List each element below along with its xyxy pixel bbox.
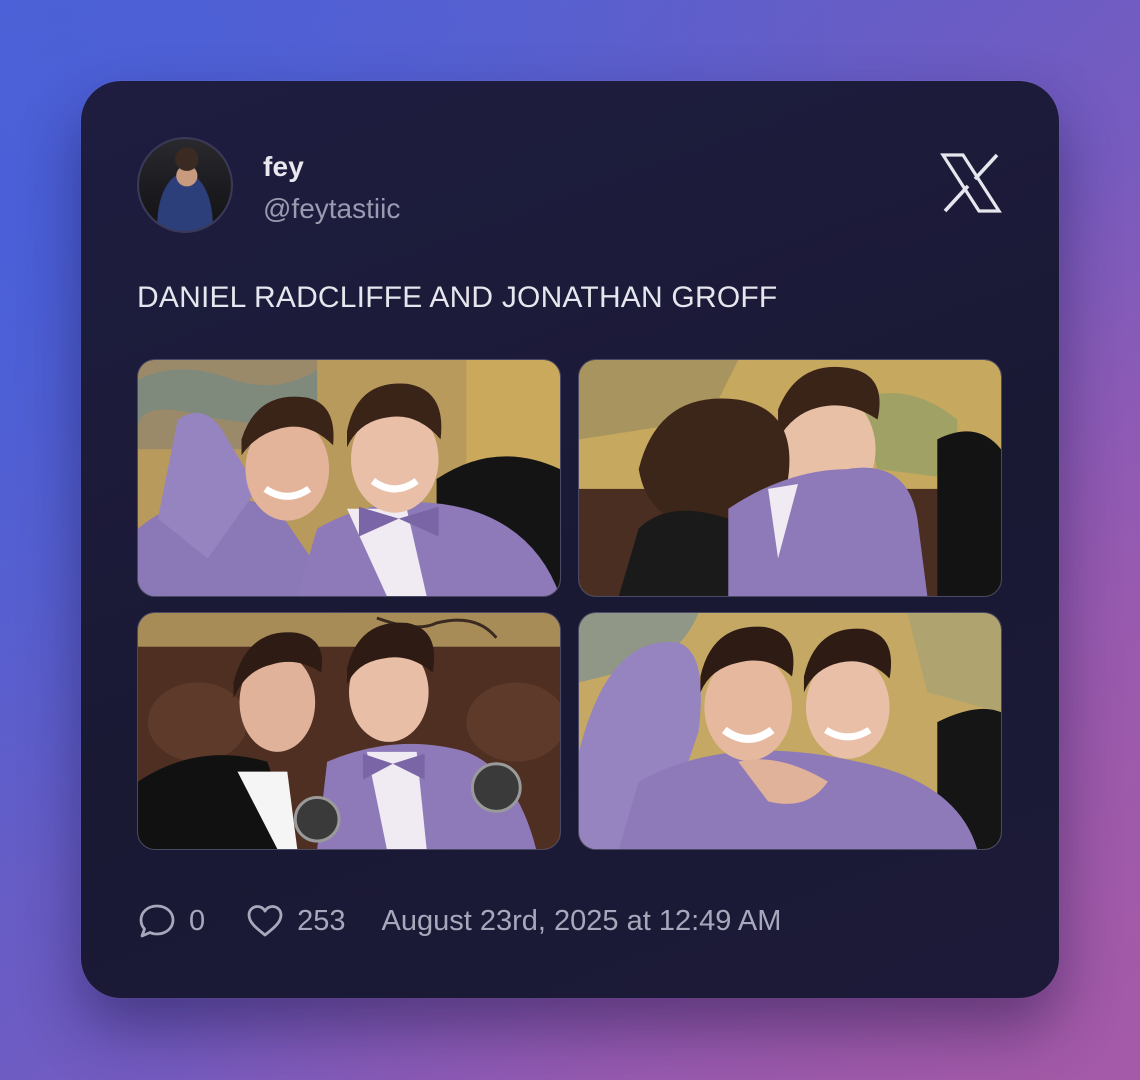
reply-count: 0 — [189, 904, 206, 937]
tweet-card: fey @feytastiic DANIEL RADCLIFFE AND JON… — [81, 81, 1059, 998]
like-count: 253 — [297, 904, 346, 937]
tweet-photo-3[interactable] — [137, 612, 561, 850]
tweet-photo-4[interactable] — [578, 612, 1002, 850]
tweet-photo-1[interactable] — [137, 359, 561, 597]
heart-icon[interactable] — [245, 901, 285, 941]
tweet-photo-2[interactable] — [578, 359, 1002, 597]
author-handle[interactable]: @feytastiic — [263, 193, 400, 225]
tweet-footer: 0 253 August 23rd, 2025 at 12:49 AM — [137, 899, 781, 943]
reply-icon[interactable] — [137, 901, 177, 941]
author-name[interactable]: fey — [263, 151, 304, 183]
timestamp[interactable]: August 23rd, 2025 at 12:49 AM — [382, 905, 782, 938]
avatar[interactable] — [137, 137, 233, 233]
x-logo-icon[interactable] — [939, 151, 1003, 215]
tweet-text: DANIEL RADCLIFFE AND JONATHAN GROFF — [137, 281, 778, 314]
